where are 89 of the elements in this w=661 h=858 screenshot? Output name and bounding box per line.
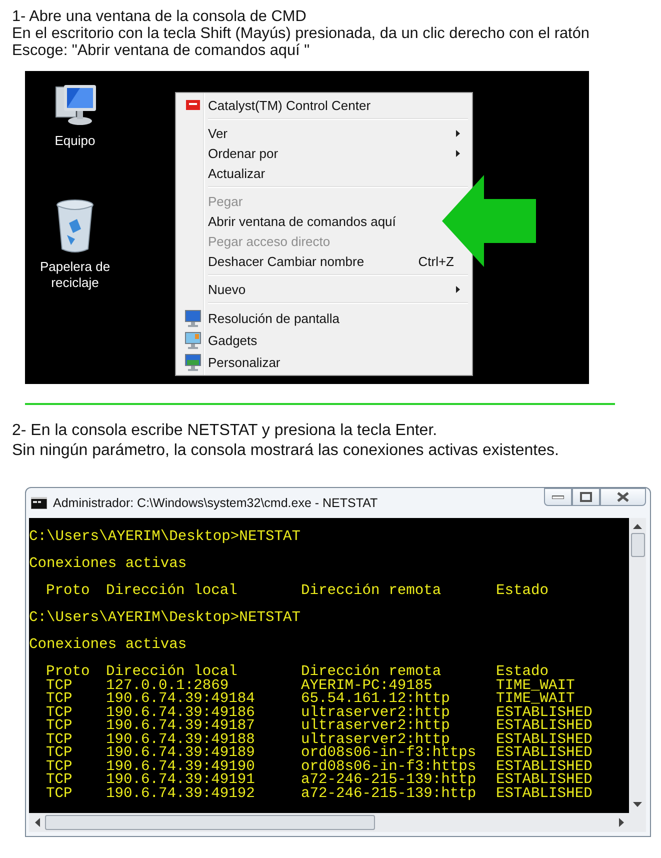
table-cell-text: TCP <box>46 774 74 788</box>
table-cell-text: TCP <box>46 747 74 760</box>
table-cell: ESTABLISHED <box>496 720 592 734</box>
column-header: Proto <box>46 585 91 598</box>
menu-item[interactable]: Deshacer Cambiar nombre Ctrl+Z <box>178 251 470 271</box>
scroll-down-icon <box>633 802 642 807</box>
column-header: Dirección local <box>106 666 238 680</box>
step-heading: 1- Abre una ventana de la consola de CMD <box>12 8 308 25</box>
table-cell-text: TCP <box>46 693 74 706</box>
scroll-thumb[interactable] <box>45 815 375 830</box>
table-cell-text: TCP <box>46 734 74 747</box>
table-cell-text: TCP <box>46 760 74 774</box>
table-cell-text: 190.6.74.39:49186 <box>106 706 256 720</box>
horizontal-scrollbar[interactable] <box>29 813 646 832</box>
table-cell-text: 127.0.0.1:2869 <box>106 680 229 693</box>
table-cell-text: 190.6.74.39:49184 <box>106 693 256 706</box>
instruction-text: Sin ningún parámetro, la consola mostrará las conexiones activas existentes. <box>12 441 560 461</box>
step-heading: 2- En la consola escribe NETSTAT y presiona la tecla Enter. <box>12 421 438 441</box>
column-header: Dirección remota <box>301 666 442 680</box>
recycle-bin-icon[interactable] <box>55 199 95 253</box>
table-cell: TIME_WAIT <box>496 680 575 693</box>
table-cell: ESTABLISHED <box>496 747 592 760</box>
table-cell-text: 190.6.74.39:49191 <box>106 774 256 788</box>
shortcut-text: Ctrl+Z <box>418 254 454 268</box>
console-line: Conexiones activas <box>29 558 188 572</box>
table-cell-text: TCP <box>46 788 74 801</box>
console-icon <box>31 497 47 509</box>
scroll-left-icon <box>35 818 40 827</box>
table-cell-text: a72-246-215-139:http <box>301 774 478 788</box>
instruction-text: En el escritorio con la tecla Shift (Mayús) presionada, da un clic derecho con el ratón <box>12 25 590 42</box>
menu-item[interactable]: Resolución de pantalla <box>178 307 434 329</box>
table-cell-text: 190.6.74.39:49188 <box>106 734 256 747</box>
vendor-logo-icon <box>186 100 200 110</box>
maximize-button[interactable] <box>572 488 600 506</box>
console-line: Conexiones activas <box>29 639 188 652</box>
table-cell: ESTABLISHED <box>496 774 592 788</box>
column-header: Estado <box>496 585 549 598</box>
submenu-arrow-icon <box>456 130 460 136</box>
scroll-thumb[interactable] <box>630 533 644 557</box>
table-cell-text: 190.6.74.39:49189 <box>106 747 256 760</box>
desktop-icon-label[interactable]: Papelera de reciclaje <box>37 259 113 291</box>
submenu-arrow-icon <box>456 286 460 292</box>
column-header: Dirección remota <box>301 585 442 598</box>
vertical-scrollbar[interactable] <box>629 518 646 813</box>
table-cell-text: ultraserver2:http <box>301 734 450 747</box>
table-cell-text: ultraserver2:http <box>301 720 451 734</box>
table-cell: ESTABLISHED <box>496 788 592 801</box>
close-button[interactable] <box>600 488 646 506</box>
monitor-icon <box>185 354 201 370</box>
table-cell-text: ord08s06-in-f3:https <box>301 760 478 774</box>
console-line: C:\Users\AYERIM\Desktop>NETSTAT <box>29 531 302 544</box>
instruction-text: Escoge: "Abrir ventana de comandos aquí " <box>12 42 311 59</box>
table-cell-text: 190.6.74.39:49190 <box>106 760 256 774</box>
table-cell-text: TCP <box>46 680 74 693</box>
scroll-up-icon <box>633 524 642 529</box>
table-cell-text: a72-246-215-139:http <box>301 788 478 801</box>
monitor-icon <box>185 310 201 326</box>
table-cell-text: ultraserver2:http <box>301 706 451 720</box>
table-cell: ESTABLISHED <box>496 706 592 720</box>
menu-item[interactable]: Ver <box>178 123 470 143</box>
monitor-icon <box>185 332 201 348</box>
submenu-arrow-icon <box>456 150 460 156</box>
maximize-icon <box>580 492 592 502</box>
close-icon <box>617 492 629 502</box>
table-cell-text: TCP <box>46 706 74 720</box>
menu-item[interactable]: Personalizar <box>178 351 434 373</box>
table-cell-text: 190.6.74.39:49192 <box>106 788 256 801</box>
console-line: C:\Users\AYERIM\Desktop>NETSTAT <box>29 612 302 626</box>
table-cell: TIME_WAIT <box>496 693 575 706</box>
table-cell-text: TCP <box>46 720 74 734</box>
menu-item[interactable]: Catalyst(TM) Control Center <box>178 95 434 115</box>
table-cell-text: 65.54.161.12:http <box>301 693 451 706</box>
table-cell: ESTABLISHED <box>496 760 592 774</box>
menu-item[interactable]: Actualizar <box>178 163 434 183</box>
column-header: Proto <box>46 666 91 680</box>
window-title: Administrador: C:\Windows\system32\cmd.exe - NETSTAT <box>53 496 379 510</box>
table-cell-text: ord08s06-in-f3:https <box>301 747 478 760</box>
column-header: Dirección local <box>106 585 238 598</box>
menu-item[interactable]: Abrir ventana de comandos aquí <box>178 211 434 231</box>
minimize-icon <box>552 495 564 499</box>
minimize-button[interactable] <box>544 488 572 506</box>
menu-item[interactable]: Nuevo <box>178 279 470 299</box>
table-cell: ESTABLISHED <box>496 734 592 747</box>
menu-item[interactable]: Gadgets <box>178 329 434 351</box>
scroll-right-icon <box>619 818 624 827</box>
menu-item[interactable]: Ordenar por <box>178 143 470 163</box>
column-header: Estado <box>496 666 549 680</box>
desktop-icon-label[interactable]: Equipo <box>54 133 96 149</box>
table-cell-text: 190.6.74.39:49187 <box>106 720 256 734</box>
